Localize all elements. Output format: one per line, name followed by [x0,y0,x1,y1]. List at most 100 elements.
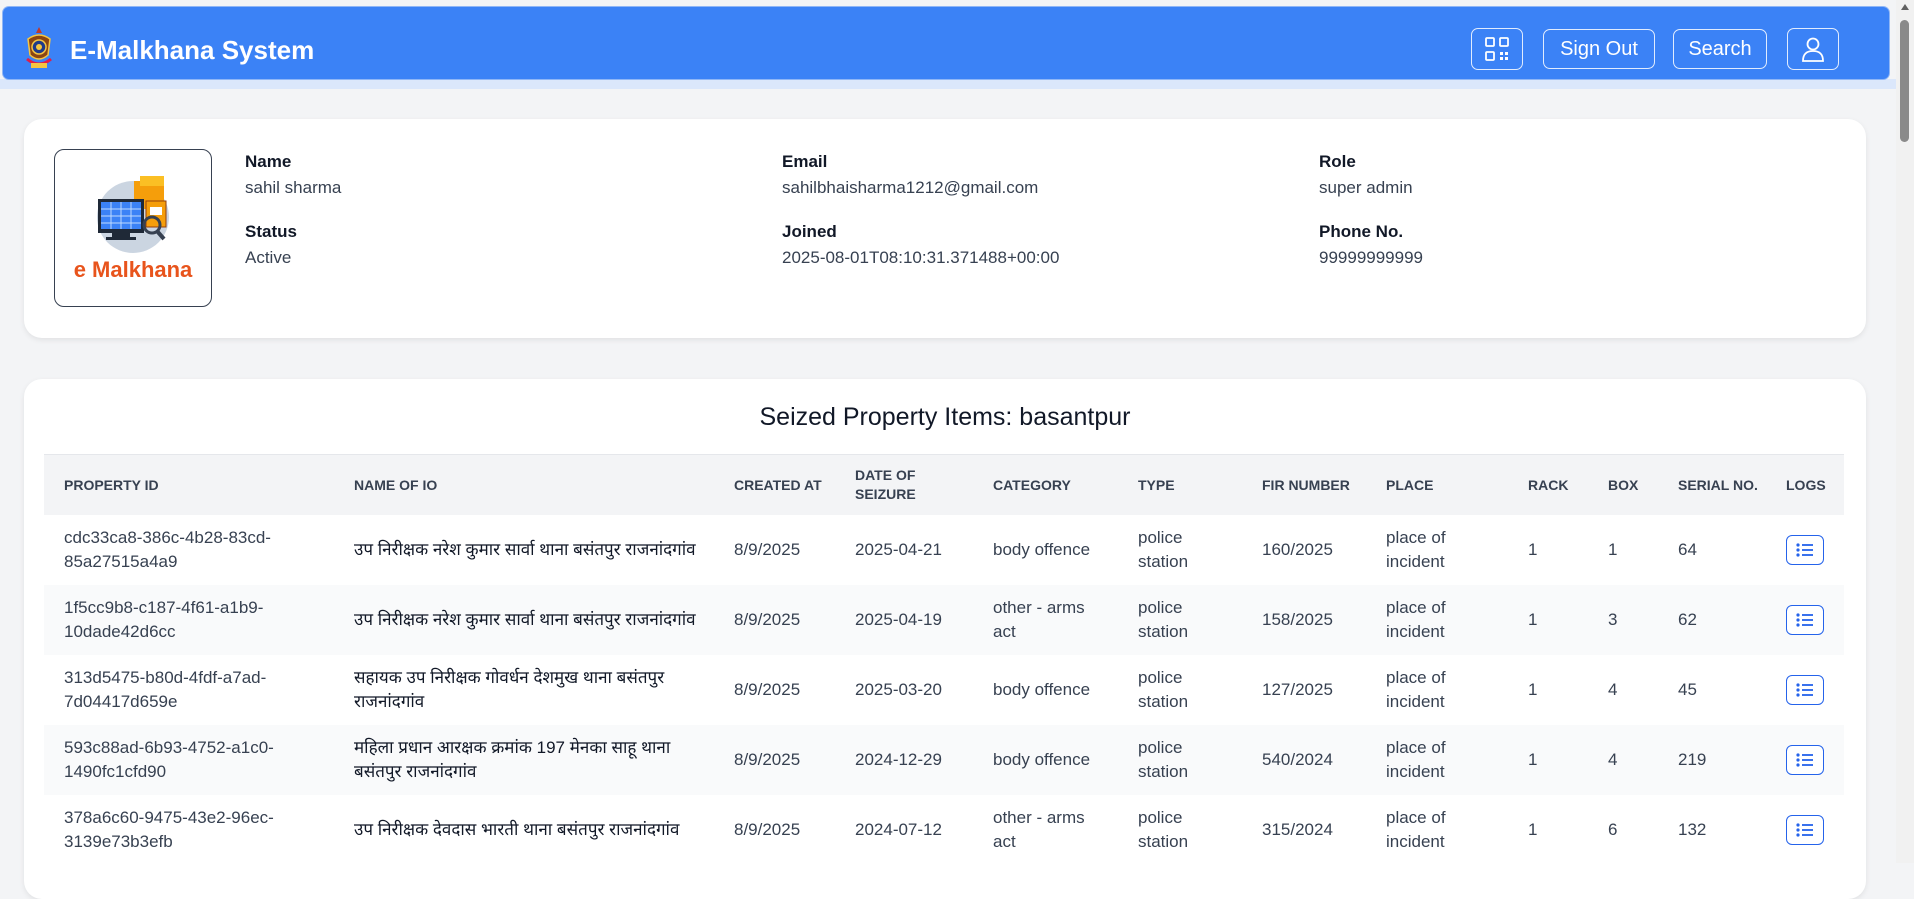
cell-place: place of incident [1386,738,1446,781]
email-label: Email [782,152,828,171]
sign-out-button[interactable]: Sign Out [1543,29,1655,69]
info-status: Status Active [245,222,297,268]
cell-logs [1766,725,1844,795]
cell-category: body offence [993,680,1091,699]
cell-type: police station [1138,808,1189,851]
seized-items-card: Seized Property Items: basantpur PROPERT… [24,379,1866,899]
user-icon [1802,37,1824,62]
cell-box: 3 [1608,610,1618,629]
phone-value: 99999999999 [1319,248,1424,267]
view-logs-button[interactable] [1786,605,1824,635]
cell-serial-no: 64 [1678,540,1697,559]
info-phone: Phone No. 99999999999 [1319,222,1423,268]
cell-logs [1766,515,1844,585]
email-value: sahilbhaisharma1212@gmail.com [782,178,1039,197]
role-value: super admin [1319,178,1413,197]
navbar-shadow [0,79,1896,89]
cell-category: other - arms act [993,808,1085,851]
col-header: PROPERTY ID [44,454,334,515]
cell-name-of-io: उप निरीक्षक नरेश कुमार सार्वा थाना बसंतप… [354,540,696,559]
cell-category: body offence [993,540,1091,559]
cell-box: 4 [1608,750,1618,769]
table-row: 1f5cc9b8-c187-4f61-a1b9-10dade42d6cc उप न… [44,585,1844,655]
col-header: PLACE [1366,454,1508,515]
col-header: BOX [1588,454,1658,515]
cell-fir-number: 127/2025 [1262,680,1333,699]
cell-date-of-seizure: 2025-04-21 [855,540,942,559]
list-icon [1796,753,1813,767]
cell-fir-number: 315/2024 [1262,820,1333,839]
cell-place: place of incident [1386,598,1446,641]
cell-property-id: 378a6c60-9475-43e2-96ec-3139e73b3efb [64,808,274,851]
view-logs-button[interactable] [1786,745,1824,775]
cell-created-at: 8/9/2025 [734,820,801,839]
cell-name-of-io: महिला प्रधान आरक्षक क्रमांक 197 मेनका सा… [354,738,671,781]
cell-serial-no: 219 [1678,750,1707,769]
cell-box: 1 [1608,540,1618,559]
col-header: NAME OF IO [334,454,714,515]
cell-property-id: 313d5475-b80d-4fdf-a7ad-7d04417d659e [64,668,267,711]
cell-logs [1766,585,1844,655]
cell-created-at: 8/9/2025 [734,540,801,559]
list-icon [1796,683,1813,697]
cell-serial-no: 45 [1678,680,1697,699]
col-header: CREATED AT [714,454,835,515]
name-label: Name [245,152,292,171]
cell-category: body offence [993,750,1091,769]
avatar: e Malkhana [54,149,212,307]
profile-card: e Malkhana Name sahil sharma Email sahil… [24,119,1866,338]
cell-type: police station [1138,738,1189,781]
scroll-up-arrow-icon[interactable] [1901,4,1909,10]
table-wrapper: PROPERTY ID NAME OF IO CREATED AT DATE O… [44,454,1844,865]
info-role: Role super admin [1319,152,1413,198]
page-scrollbar[interactable] [1896,0,1914,863]
table-row: 378a6c60-9475-43e2-96ec-3139e73b3efb उप न… [44,795,1844,865]
cell-logs [1766,795,1844,865]
view-logs-button[interactable] [1786,815,1824,845]
list-icon [1796,613,1813,627]
table-row: cdc33ca8-386c-4b28-83cd-85a27515a4a9 उप न… [44,515,1844,585]
e-malkhana-logo-icon [97,176,169,253]
view-logs-button[interactable] [1786,675,1824,705]
view-logs-button[interactable] [1786,535,1824,565]
cell-created-at: 8/9/2025 [734,680,801,699]
col-header: DATE OF SEIZURE [835,454,973,515]
cell-fir-number: 158/2025 [1262,610,1333,629]
list-icon [1796,543,1813,557]
scrollbar-thumb[interactable] [1900,20,1909,142]
col-header: RACK [1508,454,1588,515]
cell-date-of-seizure: 2025-03-20 [855,680,942,699]
table-row: 593c88ad-6b93-4752-a1c0-1490fc1cfd90 महिल… [44,725,1844,795]
cell-fir-number: 160/2025 [1262,540,1333,559]
phone-label: Phone No. [1319,222,1404,241]
cell-fir-number: 540/2024 [1262,750,1333,769]
qr-scan-button[interactable] [1471,28,1523,70]
col-header: TYPE [1118,454,1242,515]
cell-name-of-io: उप निरीक्षक नरेश कुमार सार्वा थाना बसंतप… [354,610,696,629]
cell-date-of-seizure: 2024-07-12 [855,820,942,839]
cell-box: 6 [1608,820,1618,839]
cell-box: 4 [1608,680,1618,699]
cell-logs [1766,655,1844,725]
table-row: 313d5475-b80d-4fdf-a7ad-7d04417d659e सहाय… [44,655,1844,725]
cell-place: place of incident [1386,528,1446,571]
app-title: E-Malkhana System [70,35,315,65]
cell-rack: 1 [1528,750,1538,769]
joined-value: 2025-08-01T08:10:31.371488+00:00 [782,248,1060,267]
cell-created-at: 8/9/2025 [734,750,801,769]
qr-code-icon [1485,37,1509,61]
cell-name-of-io: उप निरीक्षक देवदास भारती थाना बसंतपुर रा… [354,820,680,839]
cell-date-of-seizure: 2025-04-19 [855,610,942,629]
name-value: sahil sharma [245,178,342,197]
role-label: Role [1319,152,1356,171]
cell-rack: 1 [1528,540,1538,559]
cell-name-of-io: सहायक उप निरीक्षक गोवर्धन देशमुख थाना बस… [354,668,665,711]
police-emblem-icon [26,27,52,68]
user-profile-button[interactable] [1787,28,1839,70]
col-header: CATEGORY [973,454,1118,515]
list-icon [1796,823,1813,837]
cell-serial-no: 62 [1678,610,1697,629]
avatar-text: e Malkhana [73,257,193,282]
cell-rack: 1 [1528,820,1538,839]
search-button[interactable]: Search [1673,29,1767,69]
